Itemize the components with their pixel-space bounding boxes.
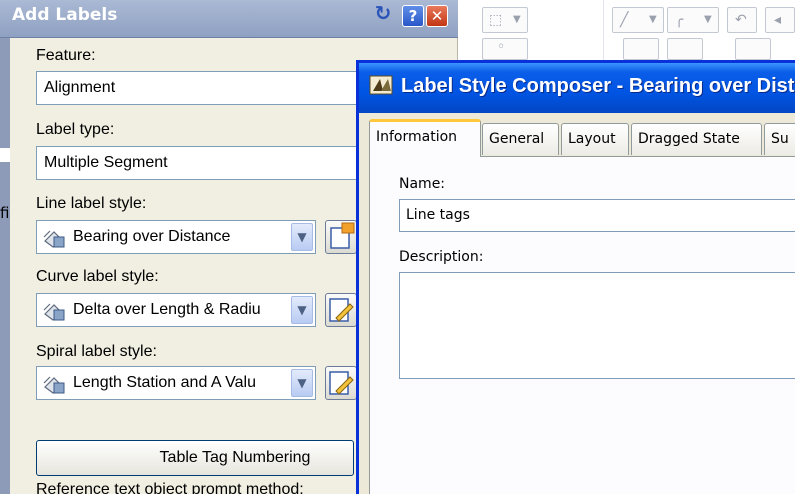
- curve-label-style-select[interactable]: Delta over Length & Radiu ▼: [36, 293, 316, 327]
- curve-label-style-label: Curve label style:: [36, 268, 159, 285]
- name-field[interactable]: Line tags: [399, 199, 795, 232]
- toolbar-button-row2b[interactable]: [667, 38, 703, 60]
- description-label: Description:: [399, 249, 484, 265]
- palette-side-strip: fi: [0, 38, 10, 494]
- tab-general[interactable]: General: [482, 123, 559, 155]
- toolbar-button-secondary[interactable]: ◦: [482, 38, 528, 60]
- composer-title: Label Style Composer - Bearing over Dist: [401, 75, 795, 97]
- background-text-fragment: fi: [0, 204, 10, 222]
- spiral-label-style-value: Length Station and A Valu: [73, 374, 256, 391]
- help-icon[interactable]: ?: [402, 5, 424, 27]
- feature-field[interactable]: Alignment: [36, 71, 366, 105]
- line-label-style-select[interactable]: Bearing over Distance ▼: [36, 220, 316, 254]
- spiral-label-style-label: Spiral label style:: [36, 343, 157, 360]
- description-field[interactable]: [399, 272, 795, 379]
- composer-tab-strip: Information General Layout Dragged State…: [359, 113, 795, 157]
- edit-style-icon: [329, 371, 354, 395]
- chevron-down-icon[interactable]: ▼: [291, 296, 313, 324]
- chevron-down-icon: ▼: [513, 14, 521, 25]
- edit-line-style-button[interactable]: [325, 220, 357, 254]
- line-tool-button[interactable]: ╱ ▼: [612, 7, 664, 33]
- arrow-icon: ◂: [774, 12, 782, 28]
- toolbar-button-row2c[interactable]: [735, 38, 771, 60]
- strip-notch: [0, 148, 10, 162]
- reference-prompt-label: Reference text object prompt method:: [36, 481, 304, 494]
- chevron-down-icon[interactable]: ▼: [291, 223, 313, 251]
- curve-tool-button[interactable]: ╭ ▼: [667, 7, 719, 33]
- label-style-icon: [43, 230, 65, 248]
- add-labels-title: Add Labels: [12, 5, 118, 25]
- curve-label-style-value: Delta over Length & Radiu: [73, 301, 261, 318]
- edit-style-icon: [329, 298, 354, 322]
- edit-spiral-style-button[interactable]: [325, 366, 357, 400]
- feature-label: Feature:: [36, 47, 96, 64]
- close-icon[interactable]: ✕: [426, 5, 448, 27]
- add-labels-titlebar[interactable]: Add Labels ↻ ? ✕: [0, 0, 458, 38]
- edit-curve-style-button[interactable]: [325, 293, 357, 327]
- edit-style-icon: [330, 222, 355, 249]
- label-style-icon: [43, 376, 65, 394]
- toolbar-button-edge[interactable]: ◂: [765, 7, 795, 33]
- tab-dragged-state[interactable]: Dragged State: [631, 123, 762, 155]
- cad-toolbar: ⬚ ▼ ◦ ╱ ▼ ╭ ▼ ↶ ◂: [455, 0, 795, 60]
- chevron-down-icon[interactable]: ▼: [291, 369, 313, 397]
- curve-tool-icon: ╭: [675, 12, 684, 28]
- line-label-style-value: Bearing over Distance: [73, 228, 231, 245]
- undo-button[interactable]: ↶: [727, 7, 757, 33]
- name-label: Name:: [399, 176, 446, 192]
- chevron-down-icon: ▼: [704, 14, 712, 25]
- table-tag-numbering-button[interactable]: Table Tag Numbering: [36, 440, 354, 476]
- undo-icon: ↶: [735, 12, 747, 28]
- toolbar-separator: [603, 0, 604, 60]
- label-type-field[interactable]: Multiple Segment: [36, 146, 366, 180]
- pin-icon[interactable]: ↻: [372, 3, 394, 25]
- line-label-style-label: Line label style:: [36, 195, 147, 212]
- toolbar-button-row2a[interactable]: [623, 38, 659, 60]
- chevron-down-icon: ▼: [649, 14, 657, 25]
- tab-summary[interactable]: Su: [764, 123, 795, 155]
- label-style-icon: [43, 303, 65, 321]
- point-icon: ◦: [497, 39, 506, 55]
- tab-information[interactable]: Information: [369, 119, 481, 157]
- composer-titlebar[interactable]: Label Style Composer - Bearing over Dist: [359, 63, 795, 113]
- civil3d-app-icon: [369, 75, 393, 95]
- tab-layout[interactable]: Layout: [561, 123, 629, 155]
- label-style-composer-dialog: Label Style Composer - Bearing over Dist…: [356, 60, 795, 494]
- line-tool-icon: ╱: [620, 12, 629, 28]
- layer-dropdown-icon: ⬚: [489, 12, 503, 28]
- spiral-label-style-select[interactable]: Length Station and A Valu ▼: [36, 366, 316, 400]
- layer-dropdown-button[interactable]: ⬚ ▼: [482, 7, 528, 33]
- label-type-label: Label type:: [36, 121, 115, 138]
